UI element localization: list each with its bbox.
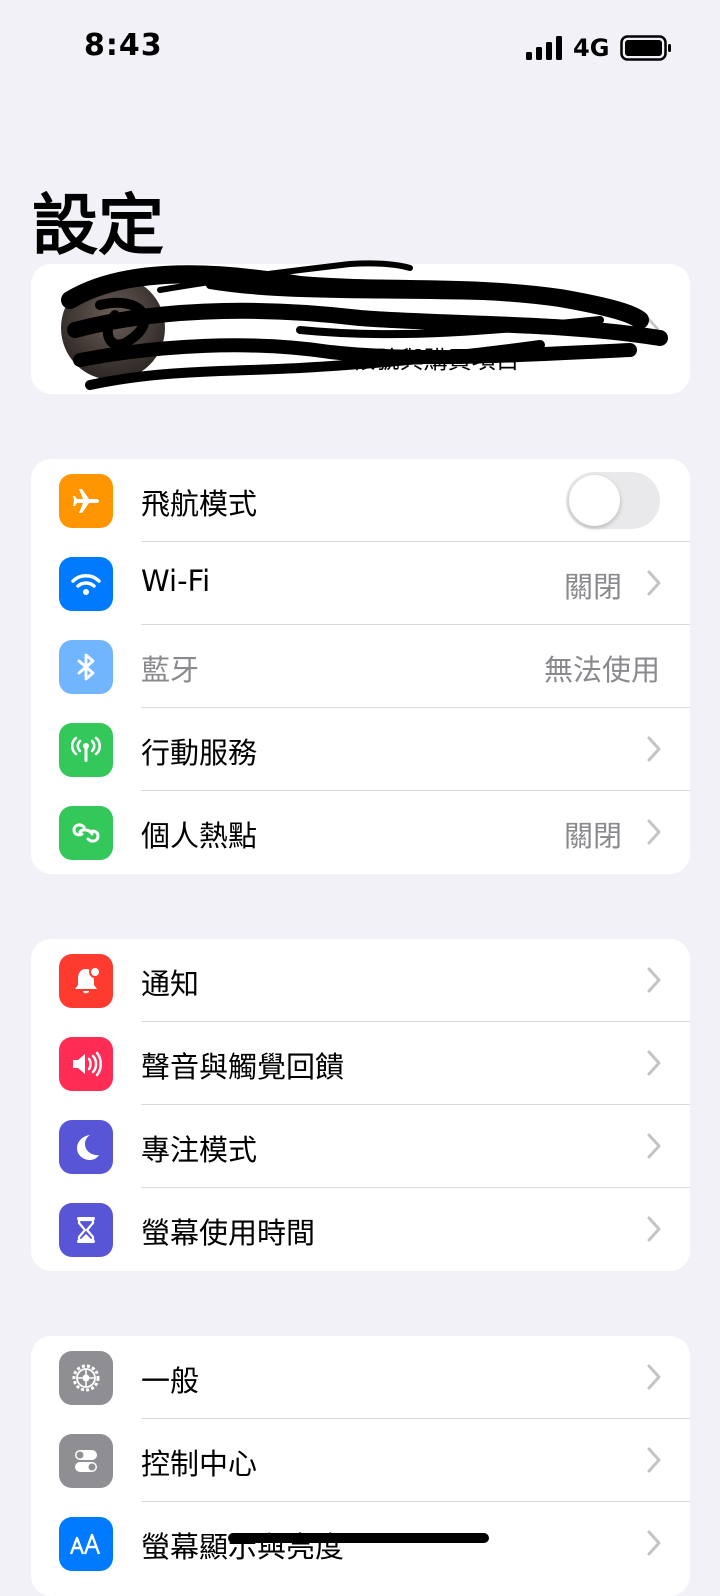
- screen-time-label: 螢幕使用時間: [141, 1216, 316, 1250]
- personal-hotspot-label: 個人熱點: [141, 819, 258, 853]
- home-indicator[interactable]: [228, 1533, 489, 1543]
- settings-row-control-center[interactable]: 控制中心: [31, 1419, 690, 1502]
- cellular-antenna-icon: [59, 723, 113, 777]
- connectivity-group: 飛航模式 Wi-Fi 關閉 藍牙 無法使用 行動服務 個人熱點 關閉: [31, 459, 690, 874]
- hourglass-icon: [59, 1203, 113, 1257]
- page-title: 設定: [32, 187, 164, 264]
- settings-row-sounds-haptics[interactable]: 聲音與觸覺回饋: [31, 1022, 690, 1105]
- wifi-icon: [59, 557, 113, 611]
- chevron-right-icon: [647, 967, 661, 993]
- battery-icon: [620, 35, 671, 61]
- moon-icon: [59, 1120, 113, 1174]
- focus-label: 專注模式: [141, 1133, 258, 1167]
- chevron-right-icon: [647, 570, 661, 596]
- status-time: 8:43: [84, 28, 163, 63]
- status-bar: 8:43 4G: [0, 0, 720, 100]
- settings-row-display-brightness[interactable]: 螢幕顯示與亮度: [31, 1502, 690, 1585]
- hotspot-chain-icon: [59, 806, 113, 860]
- control-center-icon: [59, 1434, 113, 1488]
- airplane-mode-toggle[interactable]: [566, 472, 660, 529]
- sounds-haptics-label: 聲音與觸覺回饋: [141, 1050, 345, 1084]
- settings-row-wifi[interactable]: Wi-Fi 關閉: [31, 542, 690, 625]
- chevron-right-icon: [647, 1364, 661, 1390]
- text-size-aa-icon: [59, 1517, 113, 1571]
- bluetooth-icon: [59, 640, 113, 694]
- general-group: 一般 控制中心 螢幕顯示與亮度: [31, 1336, 690, 1596]
- gear-icon: [59, 1351, 113, 1405]
- avatar: [61, 276, 165, 380]
- settings-row-focus[interactable]: 專注模式: [31, 1105, 690, 1188]
- settings-row-airplane-mode[interactable]: 飛航模式: [31, 459, 690, 542]
- cellular-signal-icon: [526, 36, 562, 60]
- bluetooth-status-value: 無法使用: [543, 653, 660, 687]
- general-label: 一般: [141, 1364, 200, 1398]
- settings-row-personal-hotspot[interactable]: 個人熱點 關閉: [31, 791, 690, 874]
- airplane-icon: [59, 474, 113, 528]
- personal-hotspot-status-value: 關閉: [563, 819, 622, 853]
- chevron-right-icon: [647, 1530, 661, 1556]
- profile-chevron-icon: [646, 317, 660, 341]
- profile-subtitle: … 帳號與購買項目: [320, 346, 520, 374]
- wifi-label: Wi-Fi: [141, 564, 211, 598]
- settings-row-bluetooth[interactable]: 藍牙 無法使用: [31, 625, 690, 708]
- control-center-label: 控制中心: [141, 1447, 258, 1481]
- chevron-right-icon: [647, 736, 661, 762]
- chevron-right-icon: [647, 819, 661, 845]
- chevron-right-icon: [647, 1447, 661, 1473]
- chevron-right-icon: [647, 1216, 661, 1242]
- notification-bell-icon: [59, 954, 113, 1008]
- settings-row-general[interactable]: 一般: [31, 1336, 690, 1419]
- settings-row-screen-time[interactable]: 螢幕使用時間: [31, 1188, 690, 1271]
- speaker-icon: [59, 1037, 113, 1091]
- display-brightness-label: 螢幕顯示與亮度: [141, 1530, 345, 1564]
- notifications-label: 通知: [141, 967, 200, 1001]
- cellular-label: 行動服務: [141, 736, 258, 770]
- settings-row-notifications[interactable]: 通知: [31, 939, 690, 1022]
- chevron-right-icon: [647, 1133, 661, 1159]
- notifications-group: 通知 聲音與觸覺回饋 專注模式 螢幕使用時間: [31, 939, 690, 1271]
- chevron-right-icon: [647, 1050, 661, 1076]
- airplane-mode-label: 飛航模式: [141, 487, 258, 521]
- toggle-knob: [569, 475, 620, 526]
- settings-row-cellular[interactable]: 行動服務: [31, 708, 690, 791]
- wifi-status-value: 關閉: [563, 570, 622, 604]
- bluetooth-label: 藍牙: [141, 653, 200, 687]
- network-type: 4G: [573, 34, 610, 62]
